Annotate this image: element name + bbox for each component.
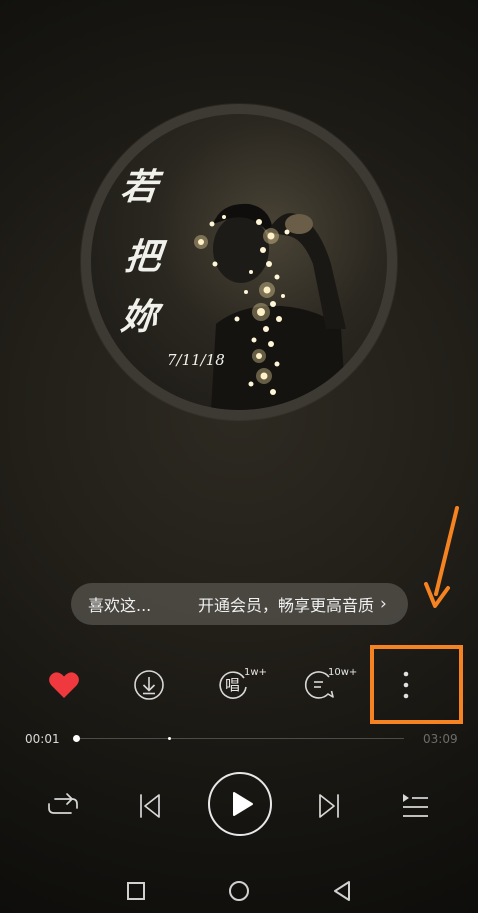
- next-button[interactable]: [308, 785, 350, 827]
- square-icon: [127, 882, 145, 900]
- sing-button[interactable]: 唱 1w+: [204, 655, 267, 715]
- play-icon: [208, 772, 272, 836]
- sing-glyph: 唱: [225, 676, 241, 694]
- chevron-right-icon: ›: [380, 594, 387, 614]
- song-snippet-text: 喜欢这...: [88, 596, 152, 615]
- playlist-icon: [403, 794, 428, 817]
- buffer-marker: [167, 737, 171, 740]
- back-button[interactable]: [327, 876, 357, 906]
- album-title-char-2: 把: [122, 236, 164, 278]
- album-title-char-3: 妳: [118, 296, 160, 338]
- recent-apps-button[interactable]: [121, 876, 151, 906]
- total-time: 03:09: [423, 732, 458, 746]
- play-button[interactable]: [207, 771, 273, 837]
- triangle-back-icon: [334, 881, 350, 901]
- album-date: 7/11/18: [167, 351, 225, 369]
- album-title-char-1: 若: [118, 166, 160, 208]
- system-nav-bar: [0, 860, 478, 913]
- download-icon: [134, 670, 164, 700]
- album-art[interactable]: 若 把 妳 7/11/18: [91, 114, 387, 410]
- like-button[interactable]: [34, 655, 94, 715]
- highlight-box: [370, 645, 463, 724]
- comment-button[interactable]: 10w+: [290, 655, 357, 715]
- home-button[interactable]: [224, 876, 254, 906]
- repeat-button[interactable]: [42, 785, 84, 827]
- vip-promo-text: 开通会员，畅享更高音质: [198, 596, 375, 615]
- heart-icon: [49, 672, 79, 698]
- next-icon: [319, 794, 339, 818]
- previous-button[interactable]: [129, 785, 171, 827]
- annotation-arrow: [424, 506, 459, 608]
- comment-count-badge: 10w+: [328, 667, 358, 678]
- repeat-icon: [48, 793, 78, 814]
- download-button[interactable]: [119, 655, 179, 715]
- current-time: 00:01: [25, 732, 60, 746]
- playlist-button[interactable]: [394, 785, 436, 827]
- circle-icon: [229, 881, 249, 901]
- progress-bar[interactable]: [73, 735, 404, 742]
- progress-knob[interactable]: [73, 735, 80, 742]
- sing-count-badge: 1w+: [244, 667, 267, 678]
- vip-promo-banner[interactable]: 喜欢这... 开通会员，畅享更高音质 ›: [71, 583, 408, 625]
- previous-icon: [140, 794, 160, 818]
